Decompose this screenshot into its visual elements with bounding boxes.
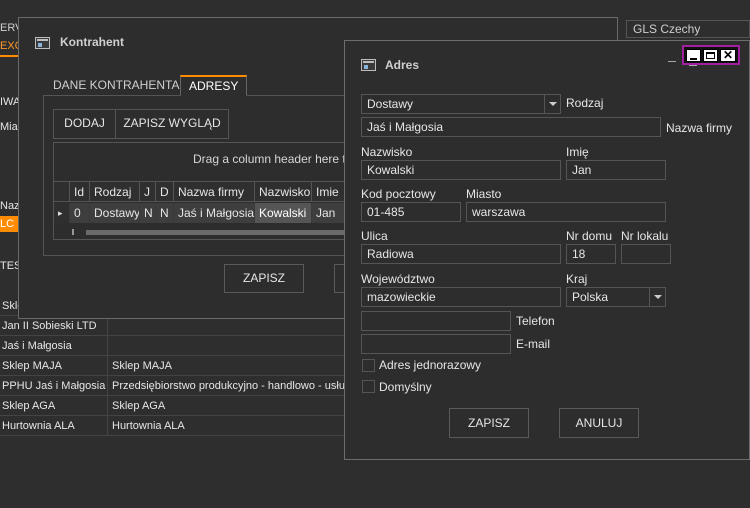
adres-save-button[interactable]: ZAPISZ bbox=[449, 408, 529, 438]
kod-pocztowy-label: Kod pocztowy bbox=[361, 187, 436, 201]
table-row[interactable]: Hurtownia ALA Hurtownia ALA bbox=[0, 416, 345, 436]
chevron-down-icon[interactable] bbox=[544, 95, 560, 113]
grid-header-indicator bbox=[54, 182, 70, 202]
table-row[interactable]: Jaś i Małgosia bbox=[0, 336, 345, 356]
tab-adresy[interactable]: ADRESY bbox=[180, 75, 248, 96]
window-app-icon bbox=[361, 59, 376, 71]
row-indicator-icon: ▸ bbox=[54, 203, 70, 223]
wojewodztwo-label: Województwo bbox=[361, 272, 435, 286]
nr-domu-input[interactable] bbox=[566, 244, 616, 264]
ulica-label: Ulica bbox=[361, 229, 388, 243]
minimize-hint-icon bbox=[668, 61, 676, 62]
miasto-input[interactable] bbox=[466, 202, 666, 222]
rodzaj-select[interactable]: Dostawy bbox=[361, 94, 561, 114]
imie-label: Imię bbox=[566, 145, 589, 159]
adres-jednorazowy-checkbox[interactable] bbox=[362, 359, 375, 372]
nr-lokalu-label: Nr lokalu bbox=[621, 229, 669, 243]
column-header-d[interactable]: D bbox=[156, 182, 174, 202]
table-row[interactable]: Jan II Sobieski LTD bbox=[0, 316, 345, 336]
column-header-nazwa-firmy[interactable]: Nazwa firmy bbox=[174, 182, 255, 202]
ulica-input[interactable] bbox=[361, 244, 561, 264]
close-icon[interactable]: ✕ bbox=[720, 49, 736, 62]
table-row[interactable]: Sklep MAJA Sklep MAJA bbox=[0, 356, 345, 376]
rodzaj-label: Rodzaj bbox=[566, 96, 604, 110]
selected-cell[interactable]: Kowalski bbox=[255, 203, 312, 223]
kraj-select[interactable]: Polska bbox=[566, 287, 666, 307]
group-panel-hint: Drag a column header here to g bbox=[193, 152, 363, 166]
add-address-button[interactable]: DODAJ bbox=[54, 110, 116, 138]
adres-jednorazowy-label: Adres jednorazowy bbox=[379, 358, 482, 372]
domyslny-label: Domyślny bbox=[379, 380, 432, 394]
email-label: E-mail bbox=[516, 337, 551, 351]
nr-domu-label: Nr domu bbox=[566, 229, 613, 243]
minimize-icon[interactable] bbox=[686, 49, 701, 62]
scroll-left-icon[interactable] bbox=[72, 229, 78, 235]
kod-pocztowy-input[interactable] bbox=[361, 202, 461, 222]
kraj-label: Kraj bbox=[566, 272, 588, 286]
nazwa-firmy-input[interactable] bbox=[361, 117, 661, 137]
telefon-label: Telefon bbox=[516, 314, 555, 328]
nr-lokalu-input[interactable] bbox=[621, 244, 671, 264]
column-header-id[interactable]: Id bbox=[70, 182, 90, 202]
bg-side-label-3: Naz bbox=[0, 200, 20, 212]
nazwisko-label: Nazwisko bbox=[361, 145, 413, 159]
bg-selected-row[interactable]: LC bbox=[0, 216, 20, 232]
imie-input[interactable] bbox=[566, 160, 666, 180]
domyslny-checkbox[interactable] bbox=[362, 380, 375, 393]
window-controls: ✕ bbox=[682, 45, 740, 65]
tab-dane-kontrahenta[interactable]: DANE KONTRAHENTA bbox=[45, 76, 187, 96]
maximize-icon[interactable] bbox=[703, 49, 718, 62]
miasto-label: Miasto bbox=[466, 187, 502, 201]
nazwa-firmy-label: Nazwa firmy bbox=[666, 121, 733, 135]
chevron-down-icon[interactable] bbox=[649, 288, 665, 306]
table-row[interactable]: Sklep AGA Sklep AGA bbox=[0, 396, 345, 416]
adres-window-title: Adres bbox=[385, 58, 420, 72]
adres-cancel-button[interactable]: ANULUJ bbox=[559, 408, 639, 438]
column-header-rodzaj[interactable]: Rodzaj bbox=[90, 182, 140, 202]
column-header-nazwisko[interactable]: Nazwisko bbox=[255, 182, 312, 202]
kontrahent-window-title: Kontrahent bbox=[60, 35, 124, 49]
adres-window: Adres × ✕ Dostawy Rodzaj Nazwa firmy Naz… bbox=[344, 40, 750, 460]
kontrahent-save-button[interactable]: ZAPISZ bbox=[224, 264, 304, 293]
bg-tab-underline bbox=[0, 55, 20, 57]
window-app-icon bbox=[35, 37, 50, 49]
bg-carrier-field[interactable]: GLS Czechy bbox=[626, 20, 750, 38]
email-input[interactable] bbox=[361, 334, 511, 354]
table-row[interactable]: PPHU Jaś i Małgosia Przedsiębiorstwo prod… bbox=[0, 376, 345, 396]
telefon-input[interactable] bbox=[361, 311, 511, 331]
nazwisko-input[interactable] bbox=[361, 160, 561, 180]
wojewodztwo-input[interactable] bbox=[361, 287, 561, 307]
column-header-j[interactable]: J bbox=[140, 182, 156, 202]
save-layout-button[interactable]: ZAPISZ WYGLĄD bbox=[116, 110, 228, 138]
